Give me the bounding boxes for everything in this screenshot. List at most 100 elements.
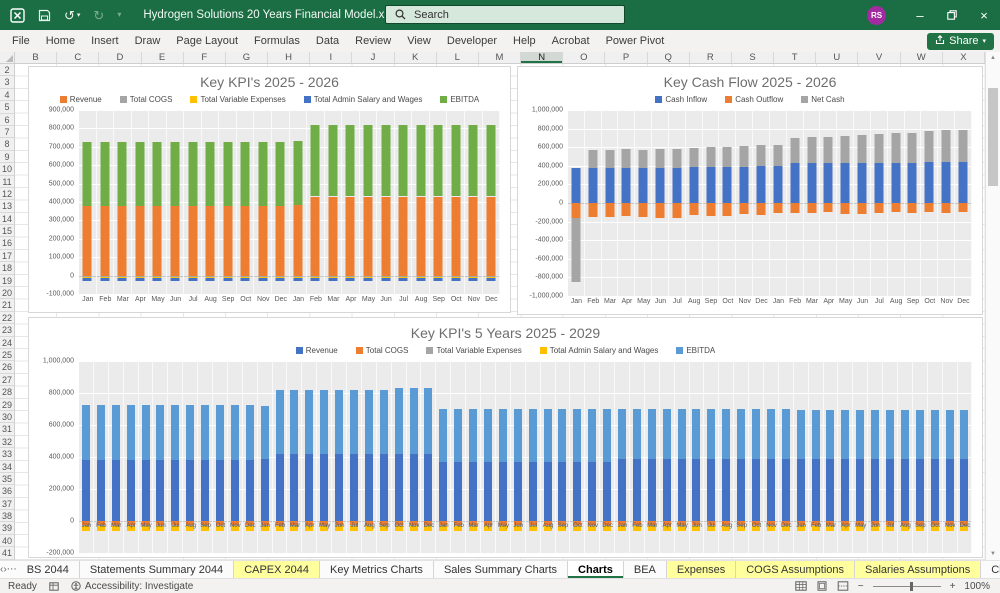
sheet-tab-chart-d[interactable]: Chart D (981, 561, 1000, 578)
ribbon-tab-view[interactable]: View (407, 35, 431, 47)
column-header-G[interactable]: G (226, 52, 268, 63)
ribbon-tab-help[interactable]: Help (513, 35, 536, 47)
row-header-24[interactable]: 24 (0, 337, 14, 349)
row-header-32[interactable]: 32 (0, 436, 14, 448)
minimize-button[interactable]: – (904, 0, 936, 30)
column-header-K[interactable]: K (395, 52, 437, 63)
column-header-S[interactable]: S (732, 52, 774, 63)
row-header-38[interactable]: 38 (0, 510, 14, 522)
row-header-19[interactable]: 19 (0, 275, 14, 287)
vertical-scrollbar-thumb[interactable] (988, 88, 998, 186)
restore-button[interactable] (936, 0, 968, 30)
sheet-tab-charts[interactable]: Charts (568, 561, 624, 578)
zoom-slider-thumb[interactable] (910, 582, 913, 591)
ribbon-tab-acrobat[interactable]: Acrobat (552, 35, 590, 47)
ribbon-tab-developer[interactable]: Developer (447, 35, 497, 47)
macro-record-icon[interactable] (49, 582, 59, 591)
avatar[interactable]: RS (867, 6, 886, 25)
chart-key-kpis-2025-2026[interactable]: Key KPI's 2025 - 2026RevenueTotal COGSTo… (28, 66, 511, 313)
chart-key-kpis-5-years-2025-2029[interactable]: Key KPI's 5 Years 2025 - 2029RevenueTota… (28, 317, 983, 558)
row-header-36[interactable]: 36 (0, 485, 14, 497)
search-box[interactable] (385, 5, 625, 24)
row-header-35[interactable]: 35 (0, 473, 14, 485)
column-header-L[interactable]: L (437, 52, 479, 63)
row-header-33[interactable]: 33 (0, 448, 14, 460)
save-button[interactable] (38, 9, 51, 22)
row-header-29[interactable]: 29 (0, 399, 14, 411)
column-header-F[interactable]: F (184, 52, 226, 63)
column-header-P[interactable]: P (605, 52, 647, 63)
row-header-16[interactable]: 16 (0, 237, 14, 249)
row-header-18[interactable]: 18 (0, 262, 14, 274)
chart-key-cash-flow-2025-2026[interactable]: Key Cash Flow 2025 - 2026Cash InflowCash… (517, 66, 983, 315)
column-header-V[interactable]: V (858, 52, 900, 63)
sheet-tab-sales-summary-charts[interactable]: Sales Summary Charts (434, 561, 568, 578)
ribbon-tab-review[interactable]: Review (355, 35, 391, 47)
column-header-X[interactable]: X (943, 52, 985, 63)
row-header-39[interactable]: 39 (0, 522, 14, 534)
row-header-7[interactable]: 7 (0, 126, 14, 138)
row-header-14[interactable]: 14 (0, 213, 14, 225)
row-header-40[interactable]: 40 (0, 535, 14, 547)
column-header-H[interactable]: H (268, 52, 310, 63)
column-header-Q[interactable]: Q (648, 52, 690, 63)
row-header-27[interactable]: 27 (0, 374, 14, 386)
row-header-28[interactable]: 28 (0, 386, 14, 398)
row-header-2[interactable]: 2 (0, 64, 14, 76)
normal-view-icon[interactable] (795, 581, 807, 591)
zoom-slider[interactable] (873, 586, 941, 587)
row-header-11[interactable]: 11 (0, 176, 14, 188)
accessibility-label[interactable]: Accessibility: Investigate (85, 581, 193, 592)
vertical-scrollbar[interactable]: ▲ ▼ (985, 52, 1000, 560)
scroll-down-icon[interactable]: ▼ (986, 551, 1000, 557)
sheet-tab-expenses[interactable]: Expenses (667, 561, 736, 578)
column-header-I[interactable]: I (310, 52, 352, 63)
sheet-tab-salaries-assumptions[interactable]: Salaries Assumptions (855, 561, 981, 578)
row-header-21[interactable]: 21 (0, 299, 14, 311)
column-header-N[interactable]: N (521, 52, 563, 63)
row-header-34[interactable]: 34 (0, 461, 14, 473)
row-header-17[interactable]: 17 (0, 250, 14, 262)
ribbon-tab-data[interactable]: Data (316, 35, 339, 47)
column-header-R[interactable]: R (690, 52, 732, 63)
row-header-13[interactable]: 13 (0, 200, 14, 212)
ribbon-tab-insert[interactable]: Insert (91, 35, 119, 47)
row-header-12[interactable]: 12 (0, 188, 14, 200)
column-header-M[interactable]: M (479, 52, 521, 63)
undo-button[interactable]: ↺▾ (64, 9, 80, 22)
zoom-level[interactable]: 100% (964, 581, 990, 592)
row-header-15[interactable]: 15 (0, 225, 14, 237)
ribbon-tab-power-pivot[interactable]: Power Pivot (606, 35, 665, 47)
sheet-tab-capex-2044[interactable]: CAPEX 2044 (234, 561, 320, 578)
scroll-up-icon[interactable]: ▲ (986, 55, 1000, 61)
search-input[interactable] (412, 8, 586, 22)
sheet-tab-cogs-assumptions[interactable]: COGS Assumptions (736, 561, 855, 578)
ribbon-tab-page-layout[interactable]: Page Layout (176, 35, 238, 47)
row-header-9[interactable]: 9 (0, 151, 14, 163)
ribbon-tab-home[interactable]: Home (46, 35, 75, 47)
row-header-3[interactable]: 3 (0, 76, 14, 88)
redo-button[interactable]: ↻ (93, 9, 104, 22)
row-header-30[interactable]: 30 (0, 411, 14, 423)
customize-quick-access-icon[interactable]: ▾ (117, 11, 121, 19)
column-header-E[interactable]: E (142, 52, 184, 63)
close-button[interactable]: × (968, 0, 1000, 30)
accessibility-icon[interactable]: Accessibility: Investigate (71, 581, 193, 592)
row-header-41[interactable]: 41 (0, 547, 14, 559)
row-header-31[interactable]: 31 (0, 423, 14, 435)
row-header-23[interactable]: 23 (0, 324, 14, 336)
column-header-T[interactable]: T (774, 52, 816, 63)
ribbon-tab-formulas[interactable]: Formulas (254, 35, 300, 47)
column-header-J[interactable]: J (352, 52, 394, 63)
row-header-20[interactable]: 20 (0, 287, 14, 299)
row-header-6[interactable]: 6 (0, 114, 14, 126)
sheet-tab-more-left-icon[interactable]: ⋯ (7, 561, 17, 578)
column-header-U[interactable]: U (816, 52, 858, 63)
column-header-W[interactable]: W (901, 52, 943, 63)
column-header-B[interactable]: B (15, 52, 57, 63)
sheet-tab-key-metrics-charts[interactable]: Key Metrics Charts (320, 561, 434, 578)
sheet-tab-bea[interactable]: BEA (624, 561, 667, 578)
row-header-10[interactable]: 10 (0, 163, 14, 175)
ribbon-tab-draw[interactable]: Draw (135, 35, 161, 47)
page-break-view-icon[interactable] (837, 581, 849, 591)
